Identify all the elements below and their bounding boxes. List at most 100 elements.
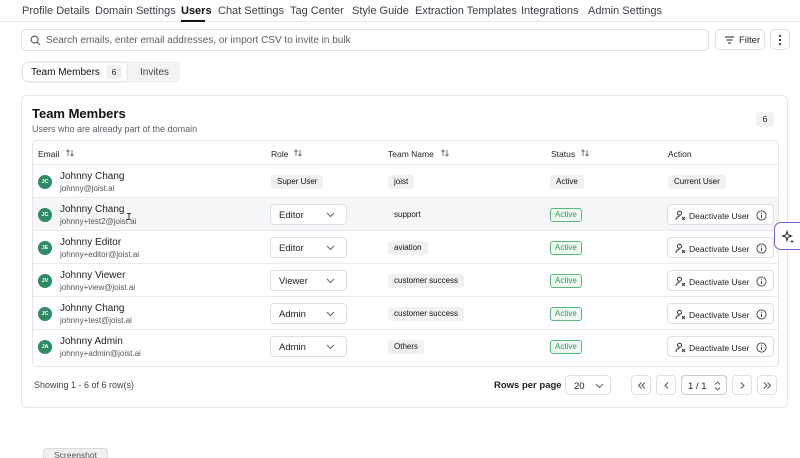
assistant-button[interactable]: [774, 222, 800, 250]
info-icon[interactable]: [756, 309, 767, 320]
role-select[interactable]: Admin: [270, 336, 347, 357]
page-indicator: 1 / 1: [688, 380, 707, 392]
chevron-down-icon: [326, 311, 335, 317]
role-value: Editor: [279, 243, 304, 254]
avatar: JC: [38, 175, 52, 189]
deactivate-user-button[interactable]: Deactivate User: [667, 204, 774, 225]
chevron-down-icon: [595, 383, 604, 389]
user-email: johnny+admin@joist.ai: [60, 348, 141, 358]
sort-icon[interactable]: [293, 148, 303, 158]
deactivate-label: Deactivate User: [689, 342, 750, 353]
deactivate-user-button[interactable]: Deactivate User: [667, 270, 774, 291]
info-icon[interactable]: [756, 210, 767, 221]
user-remove-icon: [675, 342, 686, 353]
user-email: johnny+test2@joist.ai: [60, 216, 137, 226]
deactivate-user-button[interactable]: Deactivate User: [667, 336, 774, 357]
team-members-count: 6: [106, 65, 122, 79]
tab-domain-settings[interactable]: Domain Settings: [95, 5, 176, 17]
chevrons-left-icon: [637, 382, 646, 389]
tab-chat-settings[interactable]: Chat Settings: [218, 5, 284, 17]
active-tab-indicator: [181, 20, 205, 22]
team-badge: customer success: [388, 307, 465, 321]
chevrons-right-icon: [763, 382, 772, 389]
team-badge: Others: [388, 340, 425, 354]
status-badge: Active: [550, 307, 582, 321]
user-email: johnny+view@joist.ai: [60, 282, 136, 292]
user-email: johnny+test@joist.ai: [60, 315, 132, 325]
role-select[interactable]: Editor: [270, 237, 347, 258]
user-name: Johnny Chang: [60, 204, 125, 215]
tab-integrations[interactable]: Integrations: [521, 5, 578, 17]
tab-users[interactable]: Users: [181, 5, 212, 17]
members-table: Email Role Team Name Status Action JC Jo…: [32, 140, 779, 367]
role-select[interactable]: Admin: [270, 303, 347, 324]
user-email: johnny@joist.ai: [60, 183, 115, 193]
info-icon[interactable]: [756, 342, 767, 353]
role-select[interactable]: Viewer: [270, 270, 347, 291]
role-value: Admin: [279, 309, 306, 320]
header-status: Status: [551, 149, 576, 159]
next-page-button[interactable]: [732, 375, 752, 395]
table-row: JC Johnny Chang johnny+test@joist.ai Adm…: [33, 297, 778, 330]
chevron-down-icon: [326, 278, 335, 284]
last-page-button[interactable]: [757, 375, 777, 395]
user-name: Johnny Admin: [60, 336, 123, 347]
search-box: [21, 29, 709, 51]
user-name: Johnny Editor: [60, 237, 122, 248]
role-select[interactable]: Editor: [270, 204, 347, 225]
header-email: Email: [38, 149, 60, 159]
user-name: Johnny Viewer: [60, 270, 126, 281]
tab-extraction-templates[interactable]: Extraction Templates: [415, 5, 517, 17]
avatar: JC: [38, 307, 52, 321]
deactivate-label: Deactivate User: [689, 243, 750, 254]
chevron-left-icon: [664, 382, 669, 389]
team-badge: aviation: [388, 241, 428, 255]
deactivate-label: Deactivate User: [689, 210, 750, 221]
member-count-badge: 6: [756, 112, 774, 127]
status-badge: Active: [550, 175, 584, 189]
previous-page-button[interactable]: [656, 375, 676, 395]
info-icon[interactable]: [756, 243, 767, 254]
table-row: JV Johnny Viewer johnny+view@joist.ai Vi…: [33, 264, 778, 297]
deactivate-user-button[interactable]: Deactivate User: [667, 237, 774, 258]
screenshot-tab[interactable]: Screenshot: [43, 448, 108, 458]
sort-icon[interactable]: [580, 148, 590, 158]
rows-per-page-label: Rows per page: [494, 380, 562, 391]
table-header: Email Role Team Name Status Action: [33, 141, 778, 165]
search-input[interactable]: [46, 32, 696, 48]
status-badge: Active: [550, 340, 582, 354]
members-invites-switch: Team Members 6 Invites: [21, 61, 180, 83]
sort-icon[interactable]: [440, 148, 450, 158]
role-value: Editor: [279, 210, 304, 221]
table-row: JE Johnny Editor johnny+editor@joist.ai …: [33, 231, 778, 264]
team-badge: support: [394, 210, 421, 219]
current-user-badge: Current User: [668, 175, 726, 189]
header-role: Role: [271, 149, 289, 159]
rows-per-page-value: 20: [574, 380, 585, 392]
sort-icon[interactable]: [65, 148, 75, 158]
tab-team-members[interactable]: Team Members 6: [23, 63, 127, 81]
tab-admin-settings[interactable]: Admin Settings: [588, 5, 662, 17]
chevron-down-icon: [326, 344, 335, 350]
page-selector[interactable]: 1 / 1: [681, 375, 727, 395]
first-page-button[interactable]: [631, 375, 651, 395]
filter-button[interactable]: Filter: [715, 29, 765, 50]
tab-tag-center[interactable]: Tag Center: [290, 5, 344, 17]
info-icon[interactable]: [756, 276, 767, 287]
team-members-label: Team Members: [31, 66, 100, 78]
user-remove-icon: [675, 243, 686, 254]
deactivate-label: Deactivate User: [689, 276, 750, 287]
role-badge: Super User: [271, 175, 324, 189]
chevron-down-icon: [326, 245, 335, 251]
tab-style-guide[interactable]: Style Guide: [352, 5, 409, 17]
tab-invites[interactable]: Invites: [140, 67, 169, 78]
status-badge: Active: [550, 241, 582, 255]
rows-per-page-select[interactable]: 20: [565, 375, 611, 395]
table-row: JC Johnny Chang johnny+test2@joist.ai Ed…: [33, 198, 778, 231]
deactivate-user-button[interactable]: Deactivate User: [667, 303, 774, 324]
filter-label: Filter: [739, 34, 761, 46]
role-value: Viewer: [279, 276, 308, 287]
more-options-button[interactable]: [770, 29, 790, 50]
tab-profile-details[interactable]: Profile Details: [22, 5, 90, 17]
table-row: JA Johnny Admin johnny+admin@joist.ai Ad…: [33, 330, 778, 363]
